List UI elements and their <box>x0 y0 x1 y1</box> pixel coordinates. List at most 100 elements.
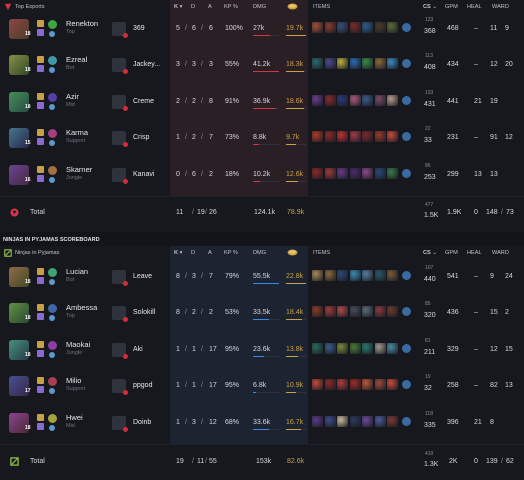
item-icon[interactable] <box>387 22 398 33</box>
item-icon[interactable] <box>374 379 386 391</box>
summoner-spell-icon[interactable] <box>37 277 44 284</box>
item-icon[interactable] <box>337 94 348 106</box>
trinket-icon[interactable] <box>401 132 411 142</box>
item-icon[interactable] <box>387 342 398 354</box>
player-avatar[interactable] <box>112 306 128 323</box>
summoner-spell-icon[interactable] <box>37 129 44 137</box>
item-icon[interactable] <box>374 415 386 427</box>
item-icon[interactable] <box>362 22 373 33</box>
item-icon[interactable] <box>349 58 361 70</box>
item-icon[interactable] <box>349 167 361 179</box>
item-icon[interactable] <box>362 270 373 281</box>
player-avatar[interactable] <box>112 342 128 359</box>
summoner-spell-icon[interactable] <box>37 386 44 394</box>
item-icon[interactable] <box>337 131 348 143</box>
item-icon[interactable] <box>312 167 323 179</box>
player-name[interactable]: 369 <box>133 25 145 32</box>
header-ward[interactable]: WARD <box>492 250 509 256</box>
item-icon[interactable] <box>374 131 386 143</box>
player-row[interactable]: 18 Hwei Mid Doinb 1 / 3 / 12 68% 33.6k 16.7k 1… <box>0 408 524 443</box>
secondary-rune-icon[interactable] <box>49 67 55 74</box>
item-icon[interactable] <box>349 342 361 354</box>
header-kp[interactable]: KP % <box>224 250 238 256</box>
trinket-icon[interactable] <box>401 416 411 426</box>
secondary-rune-icon[interactable] <box>49 388 55 395</box>
item-icon[interactable] <box>374 270 386 281</box>
item-icon[interactable] <box>349 270 361 281</box>
item-icon[interactable] <box>374 167 386 179</box>
item-icon[interactable] <box>324 94 336 106</box>
item-icon[interactable] <box>387 94 398 106</box>
header-kills[interactable]: K ▾ <box>174 4 182 10</box>
summoner-spell-icon[interactable] <box>37 65 44 73</box>
trinket-icon[interactable] <box>401 95 411 105</box>
item-icon[interactable] <box>337 167 348 179</box>
item-icon[interactable] <box>387 379 398 391</box>
item-icon[interactable] <box>387 131 398 143</box>
item-icon[interactable] <box>362 94 373 106</box>
summoner-spell-icon[interactable] <box>37 304 44 312</box>
player-avatar[interactable] <box>112 131 128 148</box>
header-dmg[interactable]: DMG <box>253 250 266 256</box>
header-cs[interactable]: CS ⌄ <box>423 250 437 256</box>
keystone-rune-icon[interactable] <box>48 129 57 139</box>
trinket-icon[interactable] <box>401 23 411 32</box>
header-gpm[interactable]: GPM <box>445 250 458 256</box>
item-icon[interactable] <box>349 131 361 143</box>
secondary-rune-icon[interactable] <box>49 279 55 285</box>
keystone-rune-icon[interactable] <box>48 165 57 175</box>
item-icon[interactable] <box>324 167 336 179</box>
trinket-icon[interactable] <box>401 59 411 69</box>
item-icon[interactable] <box>312 94 323 106</box>
gold-coins-icon[interactable] <box>287 3 298 10</box>
item-icon[interactable] <box>312 270 323 281</box>
item-icon[interactable] <box>362 131 373 143</box>
item-icon[interactable] <box>337 58 348 70</box>
summoner-spell-icon[interactable] <box>37 340 44 348</box>
item-icon[interactable] <box>324 342 336 354</box>
trinket-icon[interactable] <box>401 307 411 317</box>
summoner-spell-icon[interactable] <box>37 174 44 182</box>
player-avatar[interactable] <box>112 379 128 396</box>
trinket-icon[interactable] <box>401 380 411 390</box>
item-icon[interactable] <box>362 167 373 179</box>
player-name[interactable]: Leave <box>133 273 152 280</box>
summoner-spell-icon[interactable] <box>37 138 44 146</box>
summoner-spell-icon[interactable] <box>37 268 44 275</box>
item-icon[interactable] <box>324 270 336 281</box>
header-ward[interactable]: WARD <box>492 4 509 10</box>
player-name[interactable]: Solokill <box>133 309 155 316</box>
secondary-rune-icon[interactable] <box>49 103 55 110</box>
summoner-spell-icon[interactable] <box>37 20 44 27</box>
item-icon[interactable] <box>374 22 386 33</box>
summoner-spell-icon[interactable] <box>37 377 44 385</box>
item-icon[interactable] <box>337 22 348 33</box>
header-deaths[interactable]: D <box>191 250 195 256</box>
item-icon[interactable] <box>362 342 373 354</box>
item-icon[interactable] <box>362 58 373 70</box>
player-avatar[interactable] <box>112 22 128 38</box>
item-icon[interactable] <box>337 306 348 318</box>
item-icon[interactable] <box>387 270 398 281</box>
keystone-rune-icon[interactable] <box>48 92 57 102</box>
item-icon[interactable] <box>374 342 386 354</box>
item-icon[interactable] <box>374 306 386 318</box>
player-row[interactable]: 18 Renekton Top 369 5 / 6 / 6 100% 27k 19.7k 1… <box>0 14 524 49</box>
player-row[interactable]: 18 Ezreal Bot Jackey... 3 / 3 / 3 55% 41.2k 1… <box>0 50 524 85</box>
header-heal[interactable]: HEAL <box>467 4 482 10</box>
player-name[interactable]: Jackey... <box>133 61 160 68</box>
item-icon[interactable] <box>324 22 336 33</box>
secondary-rune-icon[interactable] <box>49 176 55 183</box>
item-icon[interactable] <box>362 306 373 318</box>
item-icon[interactable] <box>324 415 336 427</box>
item-icon[interactable] <box>337 270 348 281</box>
header-dmg[interactable]: DMG <box>253 4 266 10</box>
header-assists[interactable]: A <box>208 250 212 256</box>
player-avatar[interactable] <box>112 415 128 432</box>
keystone-rune-icon[interactable] <box>48 340 57 350</box>
item-icon[interactable] <box>324 131 336 143</box>
keystone-rune-icon[interactable] <box>48 56 57 66</box>
item-icon[interactable] <box>349 306 361 318</box>
item-icon[interactable] <box>349 22 361 33</box>
keystone-rune-icon[interactable] <box>48 413 57 423</box>
